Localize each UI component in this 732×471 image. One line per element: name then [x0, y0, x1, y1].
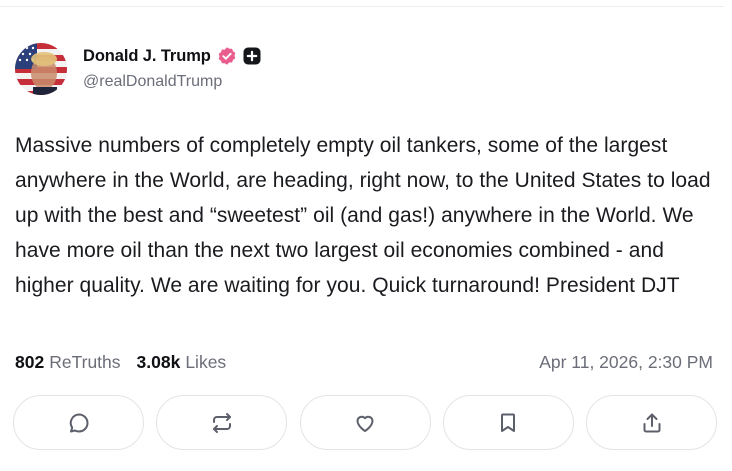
- likes-stat[interactable]: 3.08k Likes: [137, 352, 227, 373]
- post-stats: 802 ReTruths 3.08k Likes Apr 11, 2026, 2…: [15, 350, 713, 374]
- share-button[interactable]: [586, 395, 717, 450]
- author-names: Donald J. Trump @realDonaldTrump: [83, 45, 261, 91]
- likes-count: 3.08k: [136, 351, 181, 372]
- top-divider: [0, 6, 724, 7]
- bookmark-button[interactable]: [442, 395, 574, 450]
- retruths-label: ReTruths: [49, 351, 121, 372]
- retruth-button[interactable]: [156, 395, 288, 450]
- post-header: Donald J. Trump @realDonaldTrump: [15, 43, 261, 95]
- retruths-stat[interactable]: 802 ReTruths: [15, 352, 121, 373]
- share-icon: [643, 413, 660, 432]
- avatar[interactable]: [15, 43, 67, 95]
- post-timestamp[interactable]: Apr 11, 2026, 2:30 PM: [539, 352, 713, 373]
- reply-icon: [69, 413, 88, 432]
- author-handle[interactable]: @realDonaldTrump: [83, 73, 261, 91]
- author-display-name[interactable]: Donald J. Trump: [83, 47, 211, 66]
- retruth-icon: [212, 412, 231, 433]
- verified-badge-icon: [217, 46, 237, 66]
- plus-badge-icon: [243, 47, 261, 65]
- heart-icon: [356, 415, 374, 432]
- reply-button[interactable]: [13, 395, 144, 450]
- action-bar: [13, 395, 717, 450]
- name-row: Donald J. Trump: [83, 45, 261, 67]
- retruths-count: 802: [15, 351, 45, 372]
- bookmark-icon: [501, 413, 516, 432]
- like-button[interactable]: [299, 395, 431, 450]
- post-text: Massive numbers of completely empty oil …: [15, 134, 711, 297]
- likes-label: Likes: [185, 351, 227, 372]
